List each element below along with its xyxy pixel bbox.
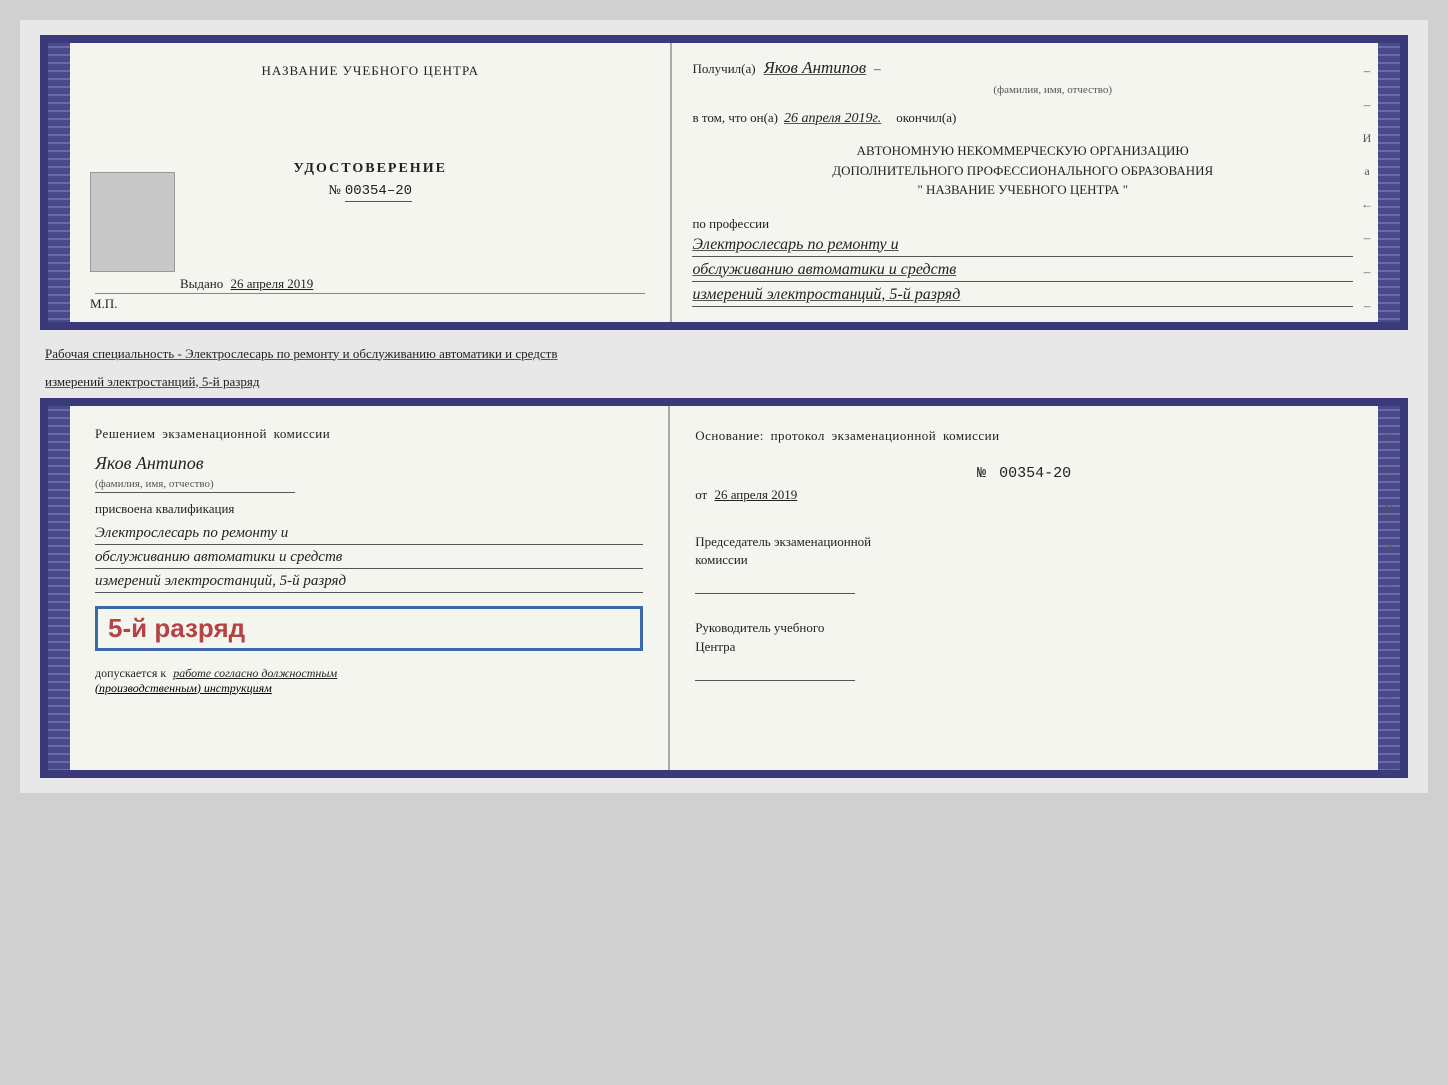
ot-label: от	[695, 487, 707, 502]
spine-left-bottom	[48, 406, 70, 770]
centra-label: Центра	[695, 638, 1353, 656]
prisvoena-label: присвоена квалификация	[95, 501, 643, 517]
predsedatel-block: Председатель экзаменационной комиссии	[695, 533, 1353, 599]
right-strip-top: – – И а ← – – –	[1361, 63, 1373, 314]
razryad-box: 5-й разряд	[95, 606, 643, 651]
top-right-page: Получил(а) Яков Антипов – (фамилия, имя,…	[672, 43, 1378, 322]
bottom-right-page: Основание: протокол экзаменационной коми…	[670, 406, 1378, 770]
dopuskaetsya-label: допускается к	[95, 666, 166, 680]
ot-date-block: от 26 апреля 2019	[695, 487, 1353, 503]
number-label: №	[328, 182, 340, 197]
ot-date-value: 26 апреля 2019	[714, 487, 797, 502]
top-left-page: НАЗВАНИЕ УЧЕБНОГО ЦЕНТРА УДОСТОВЕРЕНИЕ №…	[70, 43, 672, 322]
poluchil-label: Получил(а)	[692, 61, 755, 77]
bottom-fio: Яков Антипов	[95, 453, 204, 473]
dopusk-line2-block: (производственным) инструкциям	[95, 681, 643, 696]
poluchil-line: Получил(а) Яков Антипов –	[692, 58, 1353, 78]
vtom-date: 26 апреля 2019г.	[784, 111, 881, 127]
poprofessii-label: по профессии	[692, 216, 1353, 232]
rukovoditel-block: Руководитель учебного Центра	[695, 619, 1353, 685]
profession-line2: обслуживанию автоматики и средств	[692, 261, 1353, 282]
vtom-label: в том, что он(а)	[692, 110, 778, 126]
osnovaniye-label: Основание: протокол экзаменационной коми…	[695, 426, 1353, 446]
spine-left-top	[48, 43, 70, 322]
top-left-center-title: НАЗВАНИЕ УЧЕБНОГО ЦЕНТРА	[262, 63, 479, 79]
rukovoditel-label: Руководитель учебного	[695, 619, 1353, 637]
photo-placeholder	[90, 172, 175, 272]
profession-line3: измерений электростанций, 5-й разряд	[692, 286, 1353, 307]
fio-sublabel-top: (фамилия, имя, отчество)	[752, 84, 1353, 96]
udostoverenie-title: УДОСТОВЕРЕНИЕ	[294, 161, 447, 177]
bottom-left-page: Решением экзаменационной комиссии Яков А…	[70, 406, 670, 770]
fio-handwritten: Яков Антипов	[764, 58, 867, 78]
bottom-fio-sublabel: (фамилия, имя, отчество)	[95, 478, 214, 490]
vtom-line: в том, что он(а) 26 апреля 2019г. окончи…	[692, 110, 1353, 127]
separator-block: Рабочая специальность - Электрослесарь п…	[40, 330, 1408, 398]
separator-line2: измерений электростанций, 5-й разряд	[45, 366, 1403, 394]
mp-label: М.П.	[90, 296, 117, 312]
institution-line2: ДОПОЛНИТЕЛЬНОГО ПРОФЕССИОНАЛЬНОГО ОБРАЗО…	[692, 161, 1353, 181]
profession-line1: Электрослесарь по ремонту и	[692, 236, 1353, 257]
profession-block: Электрослесарь по ремонту и обслуживанию…	[692, 236, 1353, 307]
vydano-line: Выдано 26 апреля 2019	[180, 276, 313, 292]
right-strip-bottom: – – И а ← – – – – –	[1383, 426, 1395, 781]
spine-right-top	[1378, 43, 1400, 322]
document-wrapper: НАЗВАНИЕ УЧЕБНОГО ЦЕНТРА УДОСТОВЕРЕНИЕ №…	[20, 20, 1428, 793]
qual-line2: обслуживанию автоматики и средств	[95, 549, 643, 569]
dopusk-line: работе согласно должностным	[173, 666, 337, 680]
institution-line1: АВТОНОМНУЮ НЕКОММЕРЧЕСКУЮ ОРГАНИЗАЦИЮ	[692, 141, 1353, 161]
okonchil-label: окончил(а)	[896, 110, 956, 126]
predsedatel-signature-line	[695, 574, 855, 594]
dopusk-line2: (производственным) инструкциям	[95, 681, 272, 695]
udostoverenie-number: 00354–20	[345, 183, 412, 202]
number-prefix: №	[977, 465, 986, 482]
bottom-book: Решением экзаменационной комиссии Яков А…	[40, 398, 1408, 778]
qualification-block: Электрослесарь по ремонту и обслуживанию…	[95, 525, 643, 601]
komissia-title: Решением экзаменационной комиссии	[95, 426, 643, 442]
top-book: НАЗВАНИЕ УЧЕБНОГО ЦЕНТРА УДОСТОВЕРЕНИЕ №…	[40, 35, 1408, 330]
institution-block: АВТОНОМНУЮ НЕКОММЕРЧЕСКУЮ ОРГАНИЗАЦИЮ ДО…	[692, 141, 1353, 200]
vydano-date: 26 апреля 2019	[231, 276, 314, 291]
protocol-number-value: 00354-20	[999, 465, 1071, 482]
dopuskaetsya-block: допускается к работе согласно должностны…	[95, 666, 643, 681]
separator-line1: Рабочая специальность - Электрослесарь п…	[45, 338, 1403, 366]
udostoverenie-block: УДОСТОВЕРЕНИЕ № 00354–20	[294, 161, 447, 202]
institution-line3: " НАЗВАНИЕ УЧЕБНОГО ЦЕНТРА "	[692, 180, 1353, 200]
razryad-text: 5-й разряд	[108, 613, 245, 643]
qual-line1: Электрослесарь по ремонту и	[95, 525, 643, 545]
qual-line3: измерений электростанций, 5-й разряд	[95, 573, 643, 593]
vydano-label: Выдано	[180, 276, 223, 291]
protocol-number-block: № 00354-20	[695, 465, 1353, 482]
komissia-label: комиссии	[695, 551, 1353, 569]
rukovoditel-signature-line	[695, 661, 855, 681]
predsedatel-label: Председатель экзаменационной	[695, 533, 1353, 551]
